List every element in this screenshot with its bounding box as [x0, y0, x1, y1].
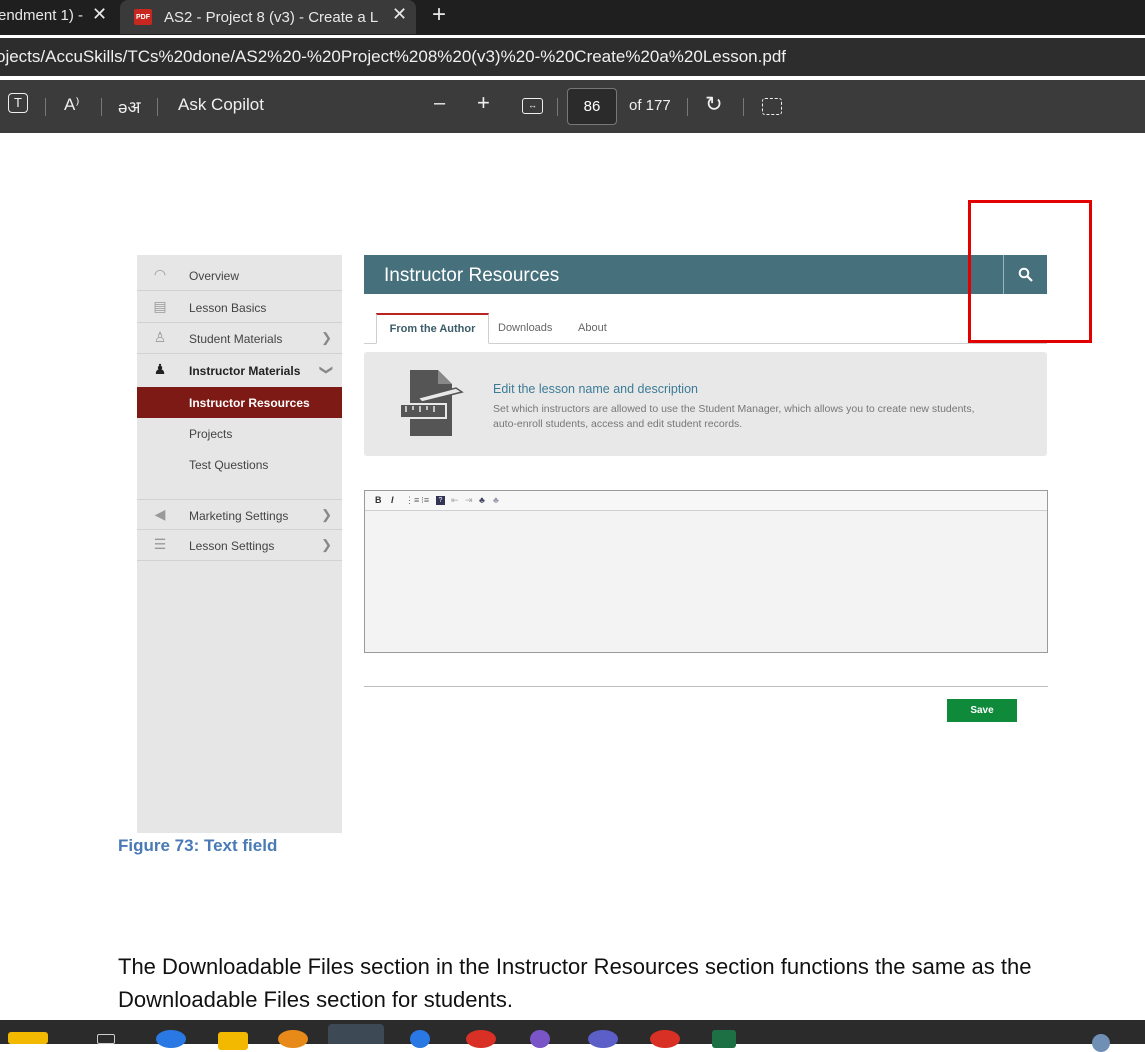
folder-icon[interactable] [8, 1032, 48, 1044]
app-icon[interactable] [278, 1030, 308, 1048]
page-number-input[interactable]: 86 [567, 88, 617, 125]
gauge-icon: ◠ [153, 266, 167, 282]
app-icon[interactable] [156, 1030, 186, 1048]
outdent-icon[interactable]: ⇤ [451, 495, 459, 506]
file-explorer-icon[interactable] [218, 1032, 248, 1050]
chevron-right-icon: ❯ [321, 330, 332, 345]
sidebar-subitem-projects[interactable]: Projects [137, 418, 342, 449]
sidebar-item-label: Overview [189, 269, 240, 283]
sidebar-item-student-materials[interactable]: ♙ Student Materials ❯ [137, 323, 342, 354]
chevron-right-icon: ❯ [321, 507, 332, 522]
link-icon[interactable]: ♣ [479, 495, 485, 505]
sidebar-subitem-instructor-resources[interactable]: Instructor Resources [137, 387, 342, 418]
address-bar[interactable]: ojects/AccuSkills/TCs%20done/AS2%20-%20P… [0, 38, 1145, 76]
toolbar-divider [557, 98, 558, 116]
sidebar-item-lesson-settings[interactable]: ☰ Lesson Settings ❯ [137, 530, 342, 561]
browser-tab[interactable]: endment 1) - ✕ [0, 0, 115, 30]
settings-list-icon: ☰ [153, 536, 167, 552]
page-view-icon[interactable] [762, 98, 782, 115]
sidebar-item-label: Marketing Settings [189, 509, 289, 523]
sidebar-item-instructor-materials[interactable]: ♟ Instructor Materials ❯ [137, 355, 342, 386]
chrome-icon[interactable] [466, 1030, 496, 1048]
divider [364, 686, 1048, 687]
tab-from-the-author[interactable]: From the Author [376, 313, 489, 344]
document-edit-icon: ▤ [153, 298, 167, 314]
zoom-out-button[interactable]: – [434, 92, 445, 115]
sidebar-item-label: Instructor Materials [189, 364, 301, 378]
sidebar-item-overview[interactable]: ◠ Overview [137, 260, 342, 291]
sidebar-item-label: Lesson Settings [189, 539, 275, 553]
translate-icon[interactable]: əअ [118, 95, 140, 118]
instructor-resources-header: Instructor Resources [364, 255, 1047, 294]
user-icon[interactable] [1092, 1034, 1110, 1052]
tab-title: AS2 - Project 8 (v3) - Create a Les [164, 8, 378, 26]
rotate-icon[interactable]: ↻ [705, 92, 723, 117]
tab-downloads[interactable]: Downloads [498, 313, 552, 344]
save-button[interactable]: Save [947, 699, 1017, 722]
instructor-icon: ♟ [153, 361, 167, 377]
close-icon[interactable]: ✕ [392, 4, 407, 25]
editor-toolbar: B I ⋮≡ ⁝≡ ? ⇤ ⇥ ♣ ♣ [365, 491, 1047, 511]
browser-tab-bar: endment 1) - ✕ PDF AS2 - Project 8 (v3) … [0, 0, 1145, 35]
toolbar-divider [743, 98, 744, 116]
help-icon[interactable]: ? [436, 496, 445, 505]
info-title: Edit the lesson name and description [493, 382, 698, 396]
read-aloud-icon[interactable]: A⁾ [64, 95, 80, 115]
chevron-down-icon: ❯ [319, 364, 335, 376]
chrome-icon[interactable] [650, 1030, 680, 1048]
indent-icon[interactable]: ⇥ [465, 495, 473, 506]
new-tab-icon[interactable]: + [432, 1, 446, 29]
tab-about[interactable]: About [578, 313, 607, 344]
app-icon[interactable] [410, 1030, 430, 1048]
pdf-icon: PDF [134, 9, 152, 25]
sidebar-subitem-label: Instructor Resources [189, 396, 310, 410]
edge-icon[interactable] [328, 1024, 384, 1044]
document-ruler-icon [399, 370, 464, 436]
page-title: Instructor Resources [384, 265, 560, 286]
text-icon[interactable]: T [8, 93, 28, 113]
teams-icon[interactable] [588, 1030, 618, 1048]
ordered-list-icon[interactable]: ⋮≡ [405, 495, 419, 506]
sidebar-subitem-label: Test Questions [189, 458, 269, 472]
sidebar-subitem-test-questions[interactable]: Test Questions [137, 449, 342, 480]
sidebar-subitem-label: Projects [189, 427, 233, 441]
sidebar-item-lesson-basics[interactable]: ▤ Lesson Basics [137, 292, 342, 323]
bold-button[interactable]: B [375, 495, 382, 505]
page-total: of 177 [629, 97, 671, 114]
tab-title: endment 1) - [0, 6, 84, 24]
app-icon[interactable] [530, 1030, 550, 1048]
toolbar-divider [157, 98, 158, 116]
lesson-sidebar: ◠ Overview ▤ Lesson Basics ♙ Student Mat… [137, 255, 342, 833]
task-view-icon[interactable] [97, 1034, 115, 1044]
pdf-toolbar: T A⁾ əअ Ask Copilot – + ↔ 86 of 177 ↻ [0, 80, 1145, 133]
sidebar-item-label: Lesson Basics [189, 301, 267, 315]
rich-text-editor[interactable]: B I ⋮≡ ⁝≡ ? ⇤ ⇥ ♣ ♣ [364, 490, 1048, 653]
unlink-icon[interactable]: ♣ [493, 495, 499, 505]
italic-button[interactable]: I [391, 495, 394, 505]
ask-copilot-button[interactable]: Ask Copilot [178, 95, 264, 115]
toolbar-divider [101, 98, 102, 116]
zoom-in-button[interactable]: + [477, 90, 490, 116]
student-icon: ♙ [153, 329, 167, 345]
info-description: Set which instructors are allowed to use… [493, 403, 975, 430]
figure-caption: Figure 73: Text field [118, 836, 278, 855]
toolbar-divider [45, 98, 46, 116]
info-panel: Edit the lesson name and description Set… [364, 352, 1047, 456]
sidebar-item-marketing-settings[interactable]: ◀ Marketing Settings ❯ [137, 499, 342, 530]
browser-tab-active[interactable]: PDF AS2 - Project 8 (v3) - Create a Les … [120, 0, 416, 34]
unordered-list-icon[interactable]: ⁝≡ [421, 495, 429, 506]
close-icon[interactable]: ✕ [92, 4, 107, 25]
sidebar-item-label: Student Materials [189, 332, 283, 346]
toolbar-divider [687, 98, 688, 116]
megaphone-icon: ◀ [154, 506, 166, 522]
resource-tabs: From the Author Downloads About [364, 313, 1047, 344]
url-text[interactable]: ojects/AccuSkills/TCs%20done/AS2%20-%20P… [0, 47, 786, 67]
chevron-right-icon: ❯ [321, 537, 332, 552]
windows-taskbar [0, 1020, 1145, 1052]
fit-width-icon[interactable]: ↔ [522, 98, 543, 114]
body-paragraph: The Downloadable Files section in the In… [118, 954, 1032, 1012]
excel-icon[interactable] [712, 1030, 736, 1048]
